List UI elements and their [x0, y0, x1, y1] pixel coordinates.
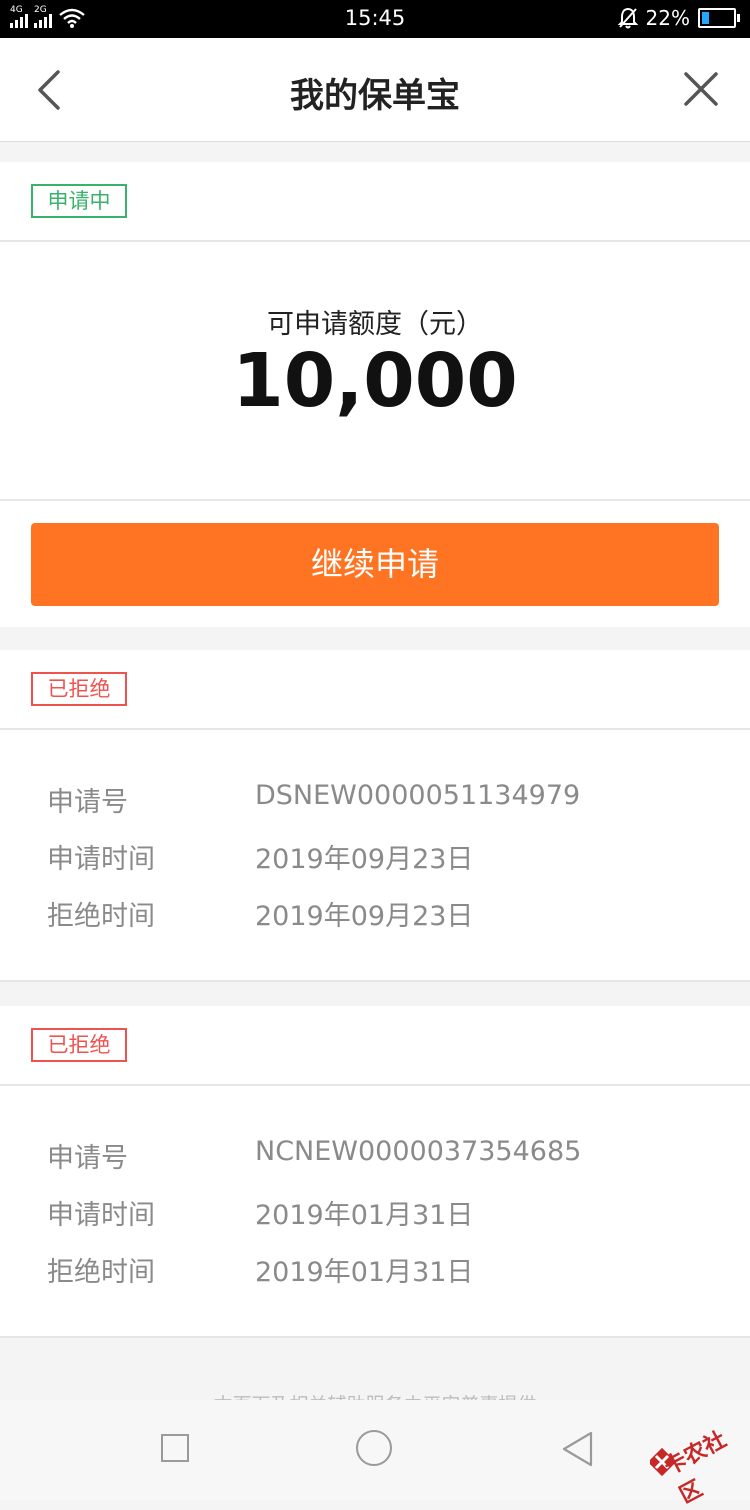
system-nav-bar [0, 1400, 750, 1500]
info-label: 拒绝时间 [47, 1257, 155, 1288]
nav-bar: 我的保单宝 [0, 38, 750, 142]
close-icon[interactable] [682, 70, 720, 108]
reject-time-row: 拒绝时间 2019年01月31日 [0, 1250, 750, 1290]
info-label: 申请时间 [47, 844, 155, 875]
status-bar: 4G 2G 15:45 22% [0, 0, 750, 38]
status-badge-rejected: 已拒绝 [31, 1028, 127, 1062]
info-value: DSNEW0000051134979 [255, 780, 581, 811]
back-triangle-icon[interactable] [560, 1430, 594, 1468]
home-icon[interactable] [356, 1430, 392, 1466]
application-number-row: 申请号 NCNEW0000037354685 [0, 1136, 750, 1176]
battery-icon [698, 8, 740, 28]
pending-status-row: 申请中 [0, 162, 750, 242]
info-value: 2019年09月23日 [255, 901, 474, 932]
reject-time-row: 拒绝时间 2019年09月23日 [0, 894, 750, 934]
info-label: 申请时间 [47, 1200, 155, 1231]
status-right: 22% [617, 6, 740, 30]
recents-icon[interactable] [161, 1434, 189, 1462]
apply-time-row: 申请时间 2019年09月23日 [0, 837, 750, 877]
quota-value: 10,000 [232, 338, 518, 424]
pending-card: 申请中 可申请额度（元） 10,000 继续申请 [0, 162, 750, 627]
page-title: 我的保单宝 [290, 76, 460, 116]
battery-percent: 22% [645, 6, 690, 30]
info-value: NCNEW0000037354685 [255, 1136, 582, 1167]
rejected-status-row: 已拒绝 [0, 1006, 750, 1086]
battery-fill [702, 12, 709, 24]
quota-label: 可申请额度（元） [267, 309, 483, 340]
rejected-card-2: 已拒绝 申请号 NCNEW0000037354685 申请时间 2019年01月… [0, 1006, 750, 1336]
divider [0, 980, 750, 982]
status-badge-rejected: 已拒绝 [31, 672, 127, 706]
divider [0, 499, 750, 501]
rejected-card-1: 已拒绝 申请号 DSNEW0000051134979 申请时间 2019年09月… [0, 650, 750, 980]
apply-time-row: 申请时间 2019年01月31日 [0, 1193, 750, 1233]
info-value: 2019年01月31日 [255, 1257, 474, 1288]
info-value: 2019年09月23日 [255, 844, 474, 875]
rejected-status-row: 已拒绝 [0, 650, 750, 730]
divider [0, 1336, 750, 1338]
info-label: 拒绝时间 [47, 901, 155, 932]
mute-bell-icon [617, 7, 638, 29]
info-label: 申请号 [47, 1143, 128, 1174]
status-badge-pending: 申请中 [31, 184, 127, 218]
continue-apply-button[interactable]: 继续申请 [31, 523, 719, 606]
info-label: 申请号 [47, 787, 128, 818]
application-number-row: 申请号 DSNEW0000051134979 [0, 780, 750, 820]
info-value: 2019年01月31日 [255, 1200, 474, 1231]
